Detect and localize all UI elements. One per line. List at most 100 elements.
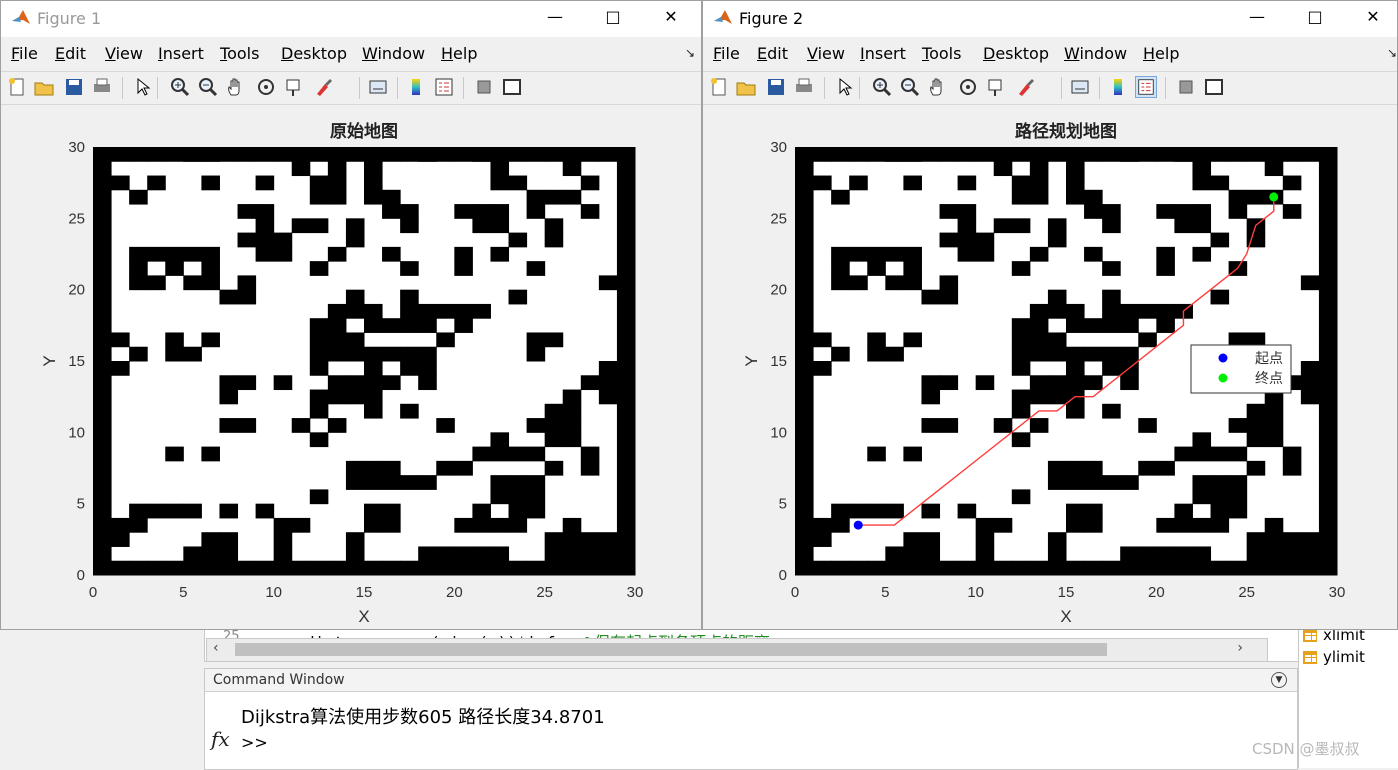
scroll-right-icon[interactable]: › <box>1237 640 1243 656</box>
obstacle-cell <box>364 403 383 419</box>
title-bar[interactable]: Figure 1 — □ ✕ <box>1 1 701 37</box>
x-tick-label: 5 <box>179 584 187 601</box>
dock-icon[interactable] <box>1203 76 1225 98</box>
save-icon[interactable] <box>63 76 85 98</box>
obstacle-cell <box>1084 503 1103 519</box>
obstacle-cell <box>1138 546 1157 562</box>
obstacle-cell <box>490 204 510 219</box>
menu-desktop[interactable]: Desktop <box>983 44 1049 63</box>
obstacle-cell <box>795 403 814 419</box>
workspace-variable[interactable]: ylimit <box>1303 648 1365 666</box>
obstacle-cell <box>1120 303 1139 319</box>
print-icon[interactable] <box>793 76 815 98</box>
pan-hand-icon[interactable] <box>927 76 949 98</box>
toolbar-separator <box>122 77 123 99</box>
menu-window[interactable]: Window <box>1064 44 1127 63</box>
obstacle-cell <box>975 532 995 547</box>
data-cursor-icon[interactable] <box>985 76 1007 98</box>
pan-hand-icon[interactable] <box>225 76 247 98</box>
menu-help[interactable]: Help <box>1143 44 1179 63</box>
obstacle-cell <box>849 275 868 291</box>
scroll-left-icon[interactable]: ‹ <box>213 640 219 656</box>
obstacle-cell <box>1102 318 1121 333</box>
new-file-icon[interactable] <box>6 76 28 98</box>
title-bar[interactable]: Figure 2 — □ ✕ <box>703 1 1397 37</box>
legend-icon[interactable] <box>1135 76 1157 98</box>
menu-insert[interactable]: Insert <box>860 44 906 63</box>
menu-edit[interactable]: Edit <box>55 44 86 63</box>
figure-window-1[interactable]: Figure 1 — □ ✕ File Edit View Insert Tools De… <box>0 0 702 630</box>
rotate-3d-icon[interactable] <box>957 76 979 98</box>
pointer-icon[interactable] <box>833 76 855 98</box>
maximize-icon[interactable]: □ <box>601 7 625 26</box>
obstacle-cell <box>1318 289 1338 305</box>
menu-view[interactable]: View <box>105 44 143 63</box>
dock-arrow-icon[interactable]: ↘ <box>1387 46 1397 60</box>
command-window[interactable]: Command Window ▼ Dijkstra算法使用步数605 路径长度3… <box>204 668 1298 770</box>
obstacle-cell <box>364 503 383 519</box>
obstacle-cell <box>1102 403 1121 419</box>
open-folder-icon[interactable] <box>735 76 757 98</box>
plot-area[interactable]: 原始地图 0 5 10 15 20 25 30 0 5 10 15 20 25 30 X Y <box>1 105 701 629</box>
menu-window[interactable]: Window <box>362 44 425 63</box>
menu-edit[interactable]: Edit <box>757 44 788 63</box>
pointer-icon[interactable] <box>131 76 153 98</box>
obstacle-cell <box>1084 346 1103 362</box>
print-icon[interactable] <box>91 76 113 98</box>
collapse-icon[interactable]: ▼ <box>1271 672 1287 688</box>
obstacle-cell <box>1011 175 1031 191</box>
brush-icon[interactable] <box>313 76 335 98</box>
menu-tools[interactable]: Tools <box>220 44 259 63</box>
colorbar-icon[interactable] <box>405 76 427 98</box>
legend-icon[interactable] <box>433 76 455 98</box>
menu-tools[interactable]: Tools <box>922 44 961 63</box>
minimize-icon[interactable]: — <box>543 7 567 26</box>
zoom-out-icon[interactable] <box>197 76 219 98</box>
link-plot-icon[interactable] <box>1069 76 1091 98</box>
plot-area[interactable]: 路径规划地图 0 5 10 15 20 25 30 0 5 10 15 20 25 30 X Y 起点终点 <box>703 105 1397 629</box>
rotate-3d-icon[interactable] <box>255 76 277 98</box>
obstacle-cell <box>1318 503 1338 519</box>
close-icon[interactable]: ✕ <box>1361 7 1385 26</box>
menu-view[interactable]: View <box>807 44 845 63</box>
obstacle-cell <box>201 246 220 262</box>
hide-tools-icon[interactable] <box>1175 76 1197 98</box>
link-plot-icon[interactable] <box>367 76 389 98</box>
brush-icon[interactable] <box>1015 76 1037 98</box>
obstacle-cell <box>795 246 814 262</box>
menu-help[interactable]: Help <box>441 44 477 63</box>
new-file-icon[interactable] <box>708 76 730 98</box>
obstacle-cell <box>1264 161 1284 177</box>
close-icon[interactable]: ✕ <box>659 7 683 26</box>
menu-insert[interactable]: Insert <box>158 44 204 63</box>
obstacle-cell <box>598 532 618 547</box>
obstacle-cell <box>1066 189 1085 205</box>
open-folder-icon[interactable] <box>33 76 55 98</box>
menu-file[interactable]: File <box>713 44 740 63</box>
dock-arrow-icon[interactable]: ↘ <box>685 46 695 60</box>
obstacle-cell <box>472 503 491 519</box>
zoom-in-icon[interactable] <box>871 76 893 98</box>
zoom-out-icon[interactable] <box>899 76 921 98</box>
obstacle-cell <box>544 560 564 576</box>
dock-icon[interactable] <box>501 76 523 98</box>
horizontal-scrollbar[interactable]: ‹ › <box>206 638 1268 662</box>
save-icon[interactable] <box>765 76 787 98</box>
command-prompt[interactable]: >> <box>241 733 268 752</box>
obstacle-cell <box>1029 189 1049 205</box>
colorbar-icon[interactable] <box>1107 76 1129 98</box>
zoom-in-icon[interactable] <box>169 76 191 98</box>
menu-file[interactable]: File <box>11 44 38 63</box>
obstacle-cell <box>1192 147 1212 162</box>
minimize-icon[interactable]: — <box>1245 7 1269 26</box>
obstacle-cell <box>111 532 130 547</box>
maximize-icon[interactable]: □ <box>1303 7 1327 26</box>
scroll-thumb[interactable] <box>235 643 1107 656</box>
obstacle-cell <box>993 218 1013 234</box>
hide-tools-icon[interactable] <box>473 76 495 98</box>
obstacle-cell <box>454 560 473 576</box>
figure-window-2[interactable]: Figure 2 — □ ✕ File Edit View Insert Tools De… <box>702 0 1398 630</box>
data-cursor-icon[interactable] <box>283 76 305 98</box>
function-browser-icon[interactable]: fx <box>211 727 230 751</box>
menu-desktop[interactable]: Desktop <box>281 44 347 63</box>
